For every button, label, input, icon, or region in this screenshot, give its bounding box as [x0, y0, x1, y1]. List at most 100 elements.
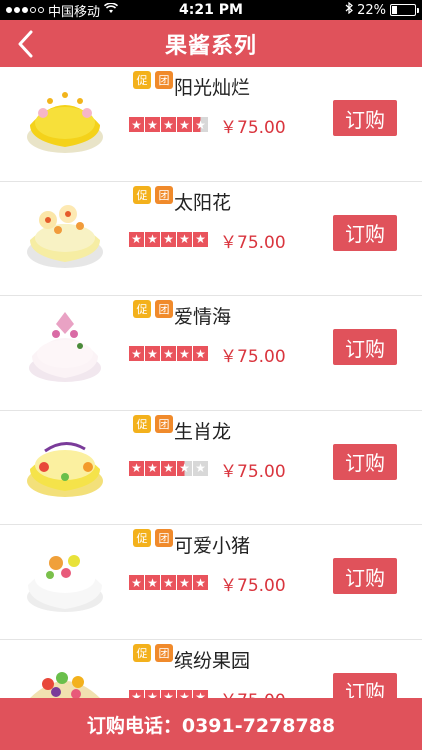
product-row[interactable]: 促 团 可爱小猪 ★ ★ ★ ★ ★ ￥75.00 订购: [0, 525, 422, 640]
bluetooth-icon: [345, 1, 354, 18]
order-phone-bar[interactable]: 订购电话：0391-7278788: [0, 698, 422, 750]
star-icon: ★: [193, 117, 208, 132]
status-right: 22%: [345, 1, 419, 18]
product-name: 阳光灿烂: [174, 77, 251, 99]
product-row[interactable]: 促 团 爱情海 ★ ★ ★ ★ ★ ￥75.00 订购: [0, 296, 422, 411]
product-price: ￥75.00: [220, 347, 286, 367]
star-icon: ★: [161, 575, 176, 590]
product-name: 生肖龙: [174, 420, 232, 443]
star-icon: ★: [145, 231, 160, 247]
product-row[interactable]: 促 团 太阳花 ★ ★ ★ ★ ★ ￥75.00 订购: [0, 181, 422, 296]
group-badge: 团: [155, 300, 173, 318]
status-bar: 中国移动 4:21 PM 22%: [0, 0, 422, 20]
order-button[interactable]: 订购: [333, 443, 397, 480]
star-rating: ★ ★ ★ ★ ★: [129, 460, 208, 476]
star-rating: ★ ★ ★ ★ ★: [129, 231, 208, 247]
chevron-left-icon: [18, 30, 33, 58]
cake-image: [27, 88, 103, 153]
star-icon: ★: [161, 117, 176, 132]
star-rating: ★ ★ ★ ★ ★: [129, 575, 208, 590]
star-icon: ★: [177, 575, 192, 590]
product-row[interactable]: 促 团 生肖龙 ★ ★ ★ ★ ★ ￥75.00 订购: [0, 410, 422, 525]
badges: 促 团: [133, 414, 173, 433]
star-icon: ★: [161, 346, 176, 361]
promo-badge: 促: [133, 300, 151, 318]
group-badge: 团: [155, 643, 173, 662]
order-button[interactable]: 订购: [333, 329, 397, 365]
star-icon: ★: [161, 460, 176, 476]
group-badge: 团: [155, 71, 173, 89]
star-icon: ★: [177, 460, 192, 476]
star-icon: ★: [129, 117, 144, 132]
product-price: ￥75.00: [220, 686, 286, 699]
promo-badge: 促: [133, 71, 151, 89]
order-button[interactable]: 订购: [333, 100, 397, 136]
star-rating: ★ ★ ★ ★ ★: [129, 346, 208, 361]
star-icon: ★: [129, 575, 144, 590]
signal-strength-icon: [6, 7, 44, 13]
cake-image: [30, 671, 100, 698]
star-icon: ★: [193, 460, 208, 476]
product-name: 可爱小猪: [174, 535, 251, 557]
order-phone-text: 订购电话：0391-7278788: [86, 714, 336, 737]
product-row[interactable]: 促 团 缤纷果园 ★★★★★ ￥75.00 订购: [0, 639, 422, 699]
product-price: ￥75.00: [220, 461, 286, 482]
star-icon: ★: [145, 689, 160, 698]
back-button[interactable]: [10, 28, 40, 60]
battery-fill: [392, 6, 397, 14]
star-icon: ★: [193, 575, 208, 590]
star-rating: ★ ★ ★ ★ ★: [129, 689, 208, 698]
star-icon: ★: [145, 575, 160, 590]
product-name: 缤纷果园: [174, 649, 251, 672]
star-icon: ★: [177, 117, 192, 132]
badges: 促 团: [133, 185, 173, 204]
star-icon: ★: [145, 346, 160, 361]
star-icon: ★: [161, 231, 176, 247]
product-name: 爱情海: [174, 306, 232, 328]
product-price: ￥75.00: [220, 232, 286, 253]
group-badge: 团: [155, 185, 173, 204]
star-icon: ★: [145, 117, 160, 132]
carrier-label: 中国移动: [48, 4, 101, 20]
page-title: 果酱系列: [164, 33, 257, 59]
group-badge: 团: [155, 529, 173, 547]
product-price: ￥75.00: [220, 576, 286, 596]
star-icon: ★: [177, 689, 192, 698]
promo-badge: 促: [133, 643, 151, 662]
star-icon: ★: [193, 346, 208, 361]
star-icon: ★: [129, 689, 144, 698]
star-icon: ★: [129, 231, 144, 247]
wifi-icon: [103, 2, 119, 17]
order-button[interactable]: 订购: [333, 558, 397, 594]
star-icon: ★: [161, 689, 176, 698]
order-button[interactable]: 订购: [333, 672, 397, 698]
product-list[interactable]: 促 团 阳光灿烂 ★ ★ ★ ★ ★ ￥75.00 订购 促 团 太阳花 ★ ★ ★ ★ ★ ￥…: [0, 67, 422, 698]
star-rating: ★ ★ ★ ★ ★: [129, 117, 208, 132]
cake-image: [27, 555, 103, 612]
nav-bar: 果酱系列: [0, 20, 422, 67]
badges: 促 团: [133, 529, 173, 547]
product-name: 太阳花: [174, 191, 232, 214]
product-row[interactable]: 促 团 阳光灿烂 ★ ★ ★ ★ ★ ￥75.00 订购: [0, 67, 422, 182]
order-button[interactable]: 订购: [333, 214, 397, 251]
cake-image: [27, 441, 103, 497]
star-icon: ★: [193, 689, 208, 698]
status-time: 4:21 PM: [179, 2, 243, 18]
star-icon: ★: [177, 346, 192, 361]
star-icon: ★: [145, 460, 160, 476]
battery-percent: 22%: [357, 2, 386, 18]
badges: 促 团: [133, 643, 173, 662]
star-icon: ★: [129, 346, 144, 361]
badges: 促 团: [133, 71, 173, 89]
promo-badge: 促: [133, 414, 151, 433]
promo-badge: 促: [133, 185, 151, 204]
group-badge: 团: [155, 414, 173, 433]
star-icon: ★: [193, 231, 208, 247]
promo-badge: 促: [133, 529, 151, 547]
cake-image: [27, 204, 103, 268]
battery-icon: [390, 4, 419, 16]
product-price: ￥75.00: [220, 118, 286, 138]
cake-image: [29, 312, 101, 382]
star-icon: ★: [177, 231, 192, 247]
status-left: 中国移动: [6, 1, 119, 20]
